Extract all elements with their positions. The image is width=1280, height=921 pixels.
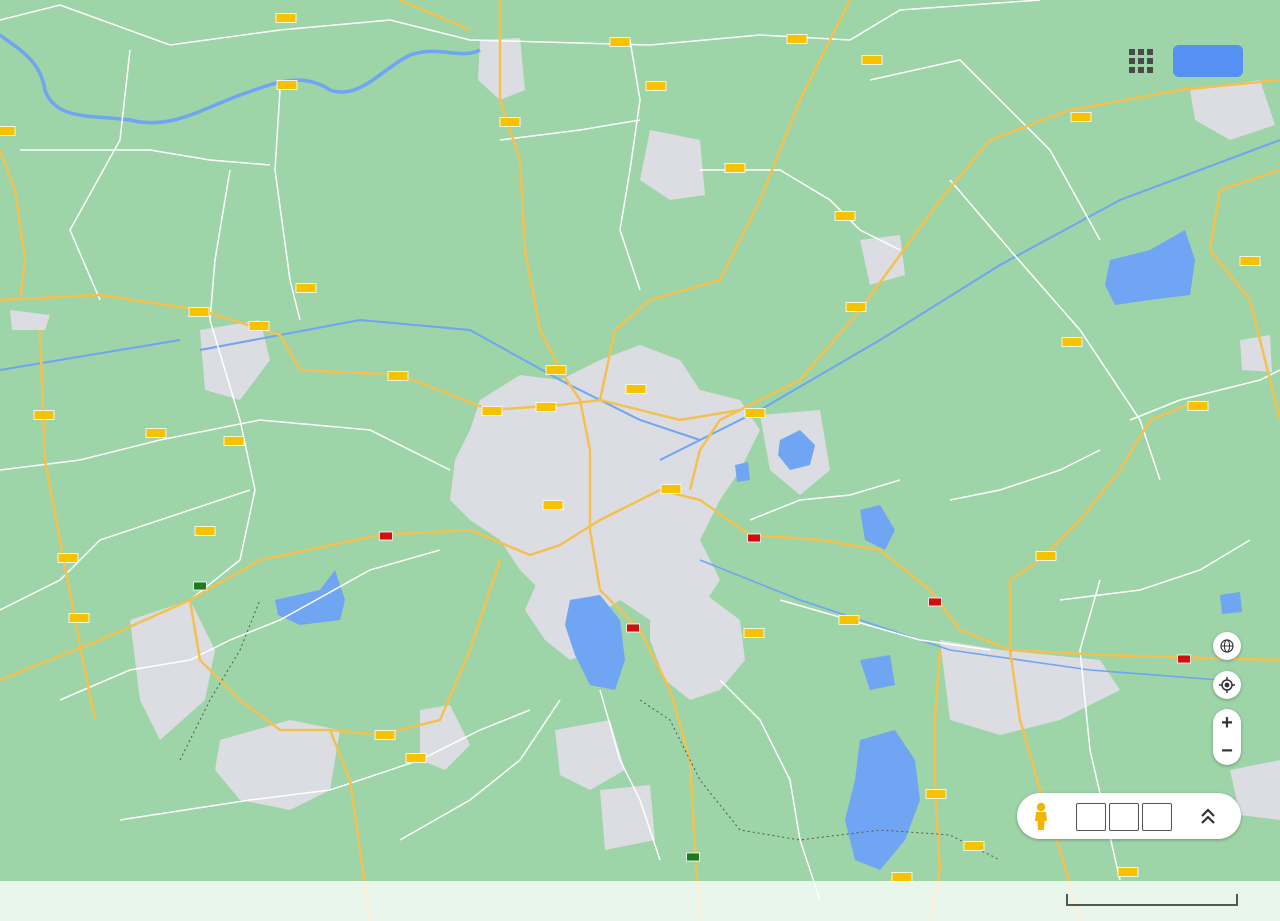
traffic-marker-free[interactable] xyxy=(193,581,207,591)
traffic-marker-normal[interactable] xyxy=(744,408,766,418)
layer-thumbnail-2[interactable] xyxy=(1109,803,1139,831)
traffic-marker-normal[interactable] xyxy=(387,371,409,381)
pegman-icon[interactable] xyxy=(1027,801,1055,831)
globe-button[interactable] xyxy=(1213,632,1241,660)
traffic-marker-normal[interactable] xyxy=(724,163,746,173)
traffic-marker-normal[interactable] xyxy=(1035,551,1057,561)
apps-grid-icon[interactable] xyxy=(1126,46,1156,76)
traffic-marker-normal[interactable] xyxy=(660,484,682,494)
traffic-marker-normal[interactable] xyxy=(1117,867,1139,877)
traffic-marker-heavy[interactable] xyxy=(1177,654,1191,664)
layers-panel xyxy=(1017,793,1241,839)
traffic-marker-normal[interactable] xyxy=(1239,256,1261,266)
my-location-icon xyxy=(1219,677,1235,693)
sign-in-button[interactable] xyxy=(1173,45,1243,77)
traffic-marker-normal[interactable] xyxy=(374,730,396,740)
globe-icon xyxy=(1220,639,1234,653)
traffic-marker-normal[interactable] xyxy=(743,628,765,638)
traffic-marker-free[interactable] xyxy=(686,852,700,862)
zoom-in-button[interactable]: + xyxy=(1213,709,1241,737)
traffic-marker-normal[interactable] xyxy=(1061,337,1083,347)
traffic-marker-normal[interactable] xyxy=(1187,401,1209,411)
traffic-marker-normal[interactable] xyxy=(861,55,883,65)
traffic-marker-normal[interactable] xyxy=(405,753,427,763)
traffic-marker-normal[interactable] xyxy=(57,553,79,563)
traffic-marker-normal[interactable] xyxy=(275,13,297,23)
my-location-button[interactable] xyxy=(1213,671,1241,699)
traffic-marker-normal[interactable] xyxy=(545,365,567,375)
traffic-marker-normal[interactable] xyxy=(145,428,167,438)
traffic-marker-normal[interactable] xyxy=(645,81,667,91)
traffic-marker-normal[interactable] xyxy=(786,34,808,44)
traffic-marker-normal[interactable] xyxy=(248,321,270,331)
traffic-marker-normal[interactable] xyxy=(68,613,90,623)
layer-thumbnail-3[interactable] xyxy=(1142,803,1172,831)
traffic-marker-normal[interactable] xyxy=(845,302,867,312)
traffic-marker-normal[interactable] xyxy=(625,384,647,394)
traffic-marker-normal[interactable] xyxy=(963,841,985,851)
traffic-marker-normal[interactable] xyxy=(834,211,856,221)
traffic-marker-normal[interactable] xyxy=(542,500,564,510)
traffic-marker-normal[interactable] xyxy=(223,436,245,446)
zoom-out-button[interactable]: − xyxy=(1213,737,1241,765)
traffic-markers xyxy=(0,13,1261,882)
traffic-marker-normal[interactable] xyxy=(276,80,298,90)
traffic-marker-normal[interactable] xyxy=(188,307,210,317)
scale-bar xyxy=(1066,894,1238,906)
traffic-marker-normal[interactable] xyxy=(1070,112,1092,122)
traffic-marker-normal[interactable] xyxy=(33,410,55,420)
traffic-marker-heavy[interactable] xyxy=(379,531,393,541)
double-chevron-up-icon[interactable] xyxy=(1193,802,1223,830)
traffic-marker-normal[interactable] xyxy=(0,126,16,136)
traffic-marker-normal[interactable] xyxy=(481,406,503,416)
traffic-marker-normal[interactable] xyxy=(925,789,947,799)
traffic-marker-normal[interactable] xyxy=(609,37,631,47)
traffic-marker-normal[interactable] xyxy=(535,402,557,412)
traffic-marker-normal[interactable] xyxy=(499,117,521,127)
traffic-marker-heavy[interactable] xyxy=(626,623,640,633)
zoom-controls: + − xyxy=(1213,709,1241,765)
traffic-marker-heavy[interactable] xyxy=(928,597,942,607)
traffic-marker-normal[interactable] xyxy=(194,526,216,536)
traffic-marker-heavy[interactable] xyxy=(747,533,761,543)
traffic-marker-normal[interactable] xyxy=(295,283,317,293)
layer-thumbnail-1[interactable] xyxy=(1076,803,1106,831)
traffic-marker-normal[interactable] xyxy=(838,615,860,625)
